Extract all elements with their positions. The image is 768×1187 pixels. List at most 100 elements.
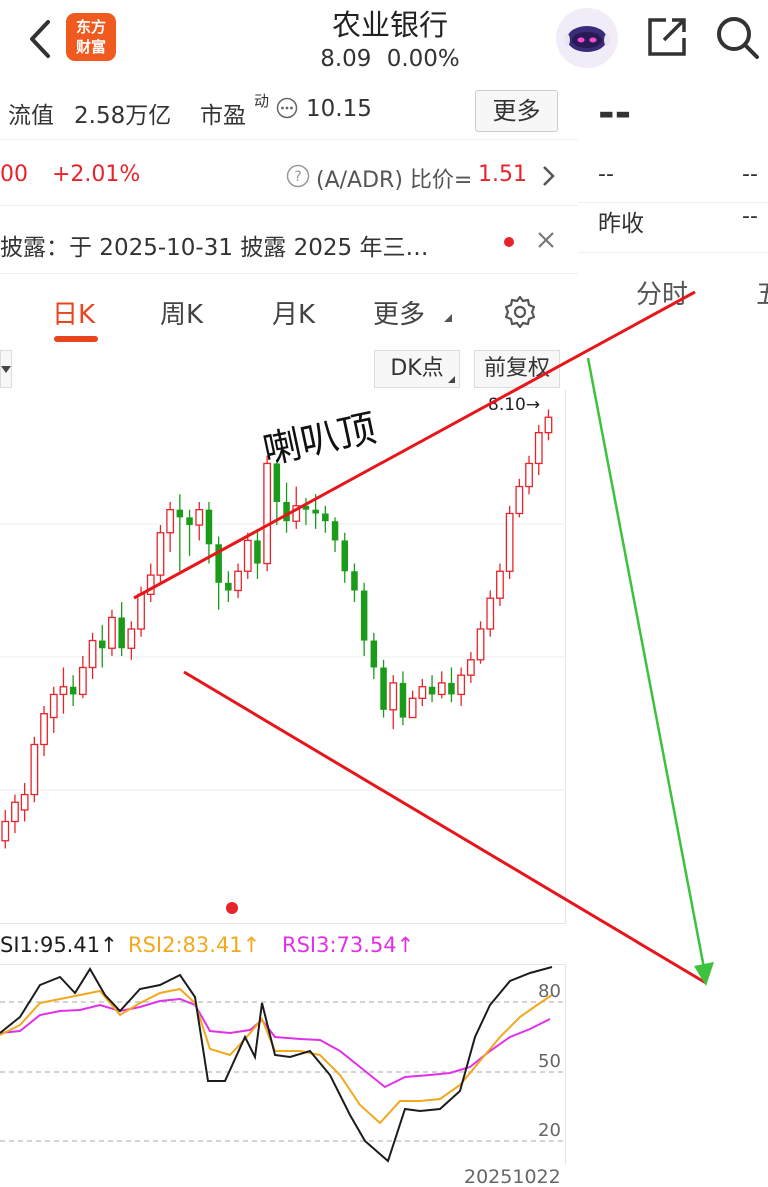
assistant-avatar[interactable] [556,8,618,68]
candle [428,675,436,703]
candle [486,590,495,637]
candle-body [486,597,495,630]
candle-body [505,512,514,572]
tab-weekly-k[interactable]: 周K [160,294,203,331]
tab-monthly-k[interactable]: 月K [272,294,315,331]
candle [476,621,485,664]
candle [186,509,193,556]
candle [225,571,232,603]
candle-body [273,463,281,502]
candle-body [146,574,155,596]
side-quote-panel: -- -- -- 昨收 -- [578,84,768,259]
search-icon[interactable] [712,12,762,62]
indicator-dropdown[interactable] [0,350,12,388]
candle [418,679,427,706]
candle [243,532,252,579]
kline-chart[interactable]: 8.10→ [0,390,566,924]
tab-daily-k[interactable]: 日K [52,294,95,331]
back-icon[interactable] [22,14,62,64]
adr-label: (A/ADR) 比价= [316,168,473,193]
stock-change: 0.00% [386,46,460,72]
kline-svg [0,409,566,914]
candle-body [283,501,290,522]
corner-triangle-icon [444,314,452,322]
more-stats-button[interactable]: 更多 [475,90,558,132]
candle [283,482,290,533]
candle-body [525,462,533,488]
pe-label: 市盈 [200,103,246,129]
candle-body [30,743,39,796]
candle [254,528,261,579]
candle [127,621,136,660]
candle-body [408,697,417,719]
pe-value: 10.15 [306,96,372,122]
more-dots-icon[interactable] [276,97,298,119]
candle-body [322,513,329,522]
stock-title: 农业银行 [331,8,448,42]
adr-left-value: 00 [0,162,28,187]
candle [20,783,29,822]
rsi-level-80: 80 [538,981,561,1002]
candle-body [186,517,193,526]
candle [322,505,329,533]
dk-point-button[interactable]: DK点 [374,350,460,388]
candle-body [20,793,29,811]
candle [146,563,155,603]
candle [59,667,68,714]
market-cap-value: 2.58万亿 [74,103,172,129]
event-marker-dot[interactable] [226,902,238,914]
candle [496,563,504,606]
rsi-legend[interactable]: SI1:95.41↑ RSI2:83.41↑ RSI3:73.54↑ [0,928,578,964]
side-r1-right: -- [742,162,758,187]
stats-row: 流值 2.58万亿 市盈 动 10.15 更多 [0,84,578,140]
rsi2-legend: RSI2:83.41↑ [128,933,261,957]
candle-body [448,682,455,695]
rsi3-line [0,997,551,1089]
candle-body [534,432,543,465]
close-icon[interactable] [536,230,556,250]
rsi-level-20: 20 [538,1120,561,1141]
rsi1-legend: SI1:95.41↑ [0,933,118,957]
candle [99,625,106,668]
tab-five-day[interactable]: 五 [756,274,768,311]
candle [302,498,310,526]
candle [69,675,77,706]
candle [234,563,242,599]
candle-body [205,509,213,545]
candle [273,459,281,526]
candle [88,632,97,680]
candle [156,525,165,583]
side-prev-close-value: -- [742,204,758,229]
tab-more[interactable]: 更多 [373,294,425,331]
notice-row[interactable]: 披露：于 2025-10-31 披露 2025 年三… [0,210,578,274]
candle-body [302,505,310,510]
rsi-chart[interactable]: 80 50 20 [0,964,566,1164]
candle-body [496,570,504,599]
candle-body [399,682,407,718]
candle-body [137,593,145,630]
adjust-price-button[interactable]: 前复权 [474,350,560,388]
help-icon[interactable]: ? [286,164,310,188]
settings-gear-icon[interactable] [502,294,538,330]
share-icon[interactable] [644,14,688,60]
notice-text: 披露：于 2025-10-31 披露 2025 年三… [0,235,429,261]
candle [505,505,514,579]
candle-body [254,540,261,564]
max-price-tag: 8.10→ [488,395,541,415]
candle [437,671,446,699]
candle-body [1,820,10,842]
rsi-level-50: 50 [538,1051,561,1072]
candle-body [225,582,232,591]
candle [263,455,272,572]
adr-row[interactable]: 00 +2.01% ? (A/ADR) 比价= 1.51 [0,144,578,206]
stock-price: 8.09 [320,46,372,72]
tab-intraday[interactable]: 分时 [636,274,688,311]
candle [30,736,39,803]
candle [118,602,125,656]
adr-pct: +2.01% [52,162,141,187]
candle-body [418,686,427,699]
side-r1-left: -- [598,162,614,187]
adr-value: 1.51 [478,162,527,187]
candle-body [40,713,48,746]
active-tab-underline [54,336,98,342]
